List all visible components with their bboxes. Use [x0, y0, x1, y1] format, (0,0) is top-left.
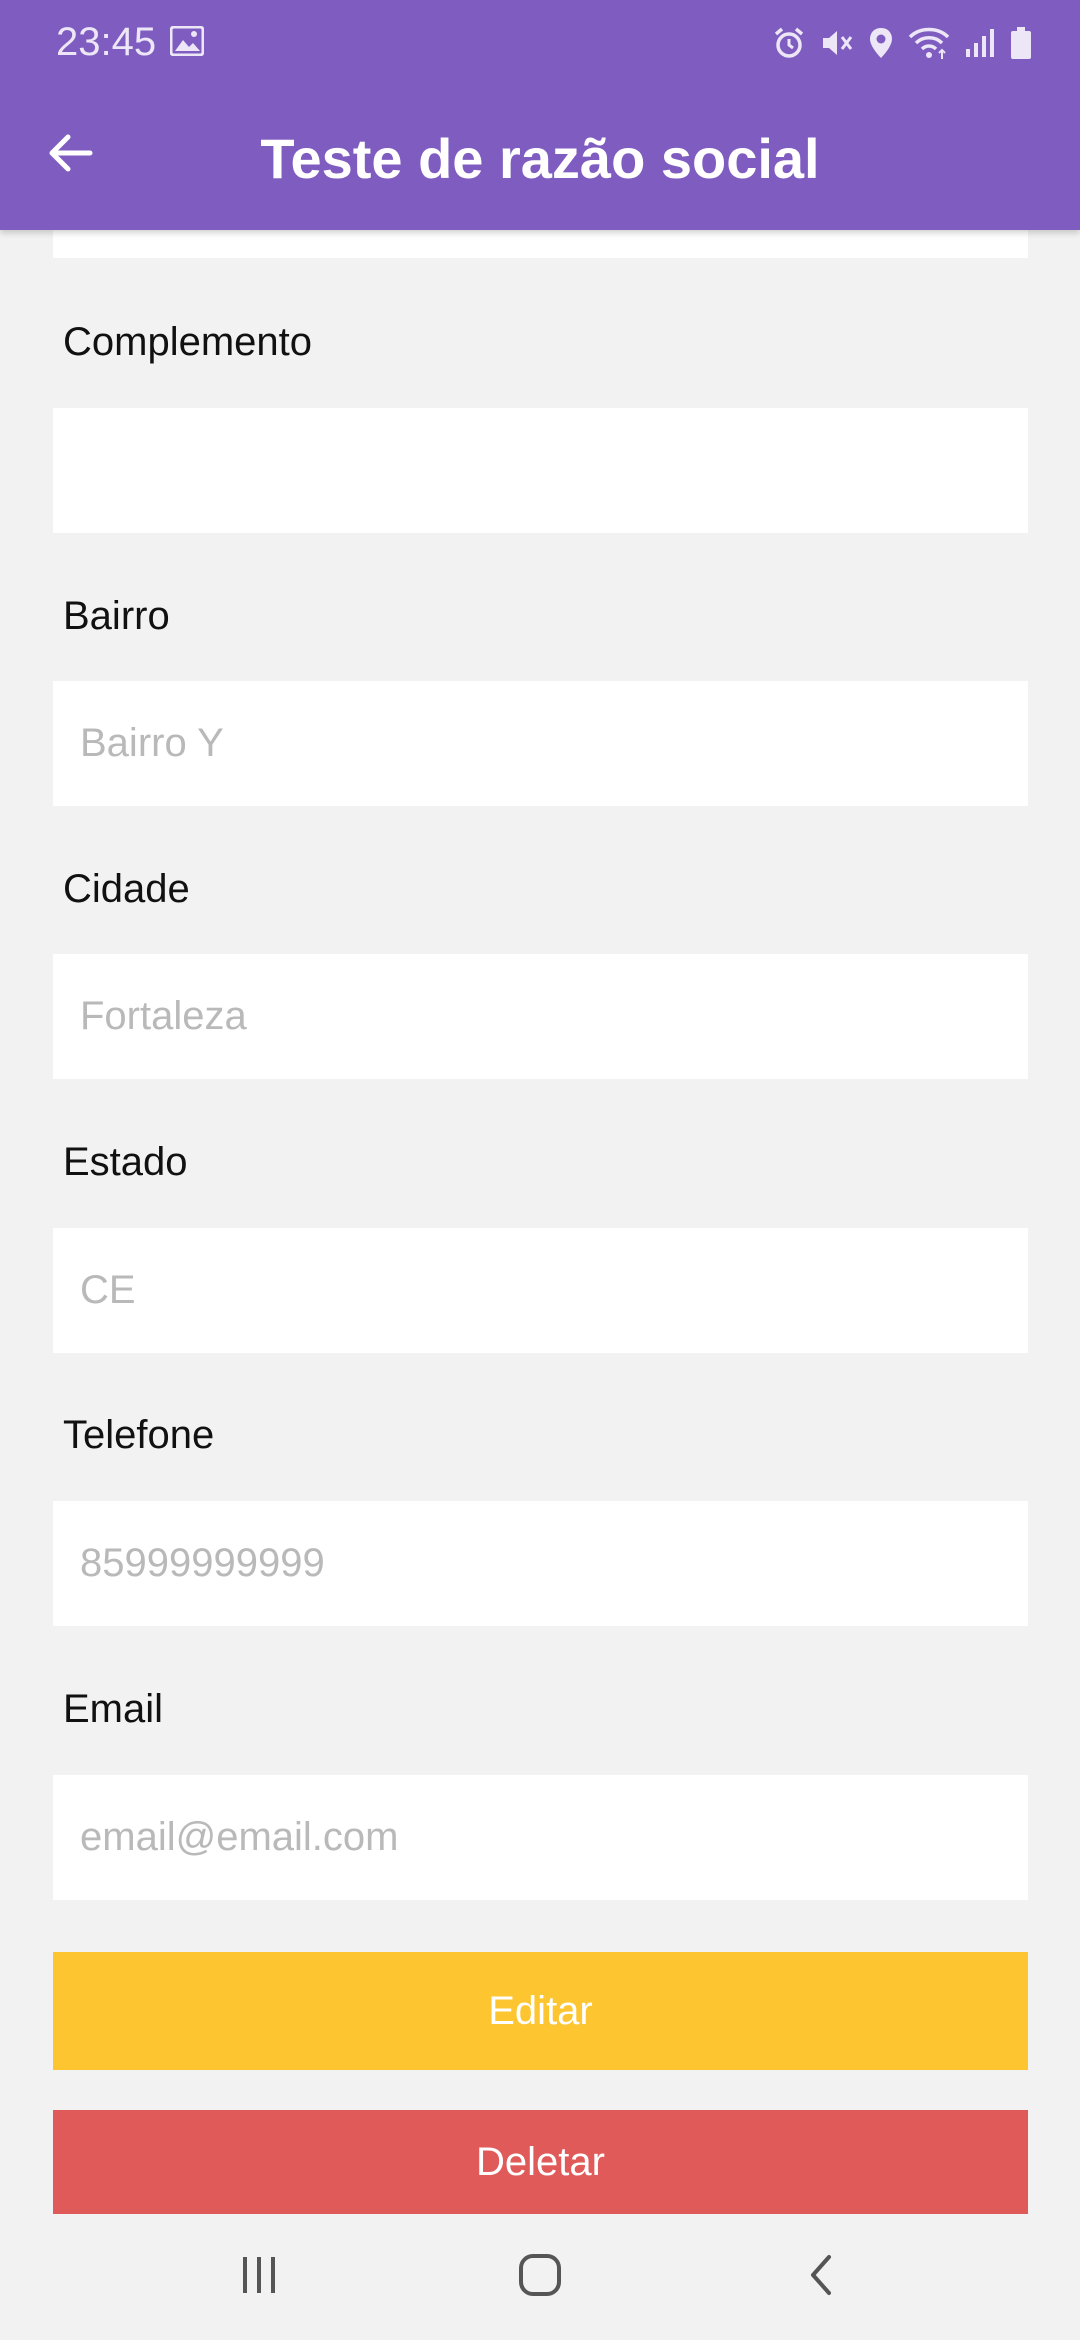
status-time: 23:45: [56, 20, 157, 64]
navigation-bar: [0, 2214, 1080, 2340]
location-icon: [868, 26, 894, 60]
email-label: Email: [63, 1687, 164, 1731]
recent-apps-icon: [237, 2253, 281, 2302]
status-icons: [772, 20, 1032, 66]
battery-icon: [1010, 26, 1032, 60]
bairro-label: Bairro: [63, 594, 170, 638]
back-nav-button[interactable]: [776, 2232, 866, 2322]
alarm-icon: [772, 26, 806, 60]
cidade-label: Cidade: [63, 867, 190, 911]
telefone-label: Telefone: [63, 1413, 215, 1457]
signal-icon: [964, 27, 996, 59]
home-icon: [517, 2252, 563, 2303]
estado-input[interactable]: [53, 1228, 1028, 1353]
telefone-input[interactable]: [53, 1501, 1028, 1626]
gallery-icon: [169, 25, 205, 57]
cidade-input[interactable]: [53, 954, 1028, 1079]
email-input[interactable]: [53, 1775, 1028, 1900]
app-bar: 23:45 Teste de razão social: [0, 0, 1080, 230]
bairro-input[interactable]: [53, 681, 1028, 806]
edit-button[interactable]: Editar: [53, 1952, 1028, 2070]
complemento-label: Complemento: [63, 320, 313, 364]
home-button[interactable]: [495, 2232, 585, 2322]
back-button[interactable]: [30, 115, 110, 195]
back-nav-icon: [799, 2253, 843, 2302]
wifi-icon: [908, 26, 950, 60]
mute-icon: [820, 26, 854, 60]
screen: Complemento Bairro Cidade Estado Telefon…: [0, 0, 1080, 2340]
recent-apps-button[interactable]: [214, 2232, 304, 2322]
arrow-left-icon: [46, 129, 94, 182]
complemento-input[interactable]: [53, 408, 1028, 533]
page-title: Teste de razão social: [260, 127, 820, 190]
delete-button[interactable]: Deletar: [53, 2110, 1028, 2214]
estado-label: Estado: [63, 1140, 188, 1184]
